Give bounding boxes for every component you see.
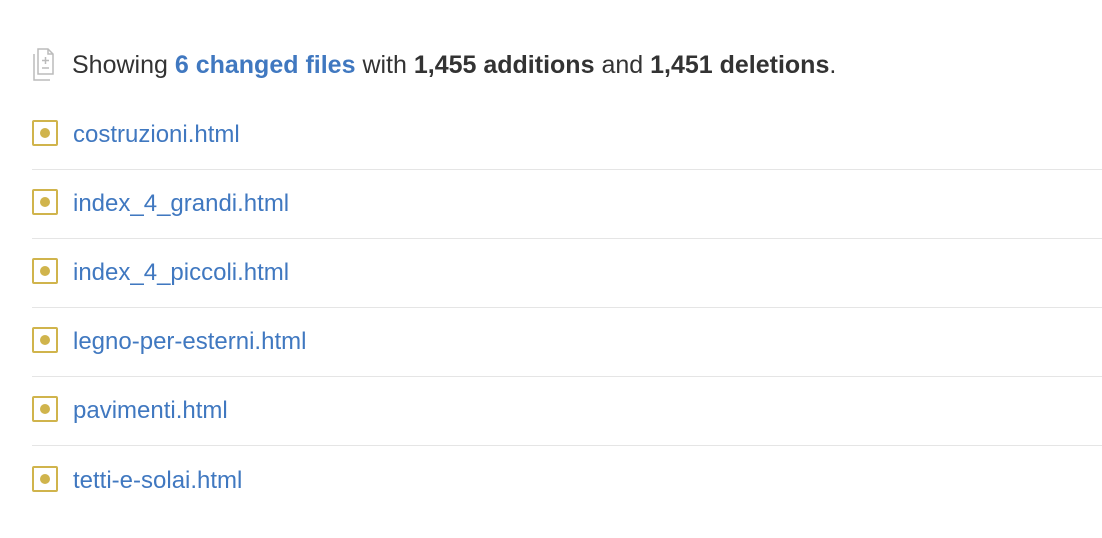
deletions-count: 1,451 deletions <box>650 50 830 79</box>
diff-summary-panel: Showing 6 changed files with 1,455 addit… <box>0 0 1102 538</box>
modified-icon <box>32 396 58 422</box>
file-diff-icon <box>33 48 54 81</box>
modified-icon <box>32 189 58 215</box>
file-list-item: costruzioni.html <box>32 101 1102 170</box>
modified-icon <box>32 258 58 284</box>
file-list-item: index_4_grandi.html <box>32 170 1102 239</box>
file-list-item: pavimenti.html <box>32 377 1102 446</box>
file-link[interactable]: costruzioni.html <box>73 121 240 149</box>
file-link[interactable]: legno-per-esterni.html <box>73 328 306 356</box>
file-link[interactable]: tetti-e-solai.html <box>73 467 242 495</box>
summary-and: and <box>601 50 644 79</box>
diff-summary: Showing 6 changed files with 1,455 addit… <box>32 44 836 86</box>
file-link[interactable]: pavimenti.html <box>73 397 228 425</box>
file-list-item: index_4_piccoli.html <box>32 239 1102 308</box>
modified-icon <box>32 327 58 353</box>
file-link[interactable]: index_4_grandi.html <box>73 190 289 218</box>
summary-suffix: . <box>829 50 837 79</box>
file-list-item: tetti-e-solai.html <box>32 446 1102 515</box>
additions-count: 1,455 additions <box>413 50 595 79</box>
modified-icon <box>32 120 58 146</box>
changed-file-list: costruzioni.html index_4_grandi.html ind… <box>32 101 1102 515</box>
changed-files-link[interactable]: 6 changed files <box>175 51 356 80</box>
file-link[interactable]: index_4_piccoli.html <box>73 259 289 287</box>
modified-icon <box>32 465 58 492</box>
file-list-item: legno-per-esterni.html <box>32 308 1102 377</box>
summary-prefix: Showing <box>72 50 168 79</box>
summary-with: with <box>362 50 407 79</box>
